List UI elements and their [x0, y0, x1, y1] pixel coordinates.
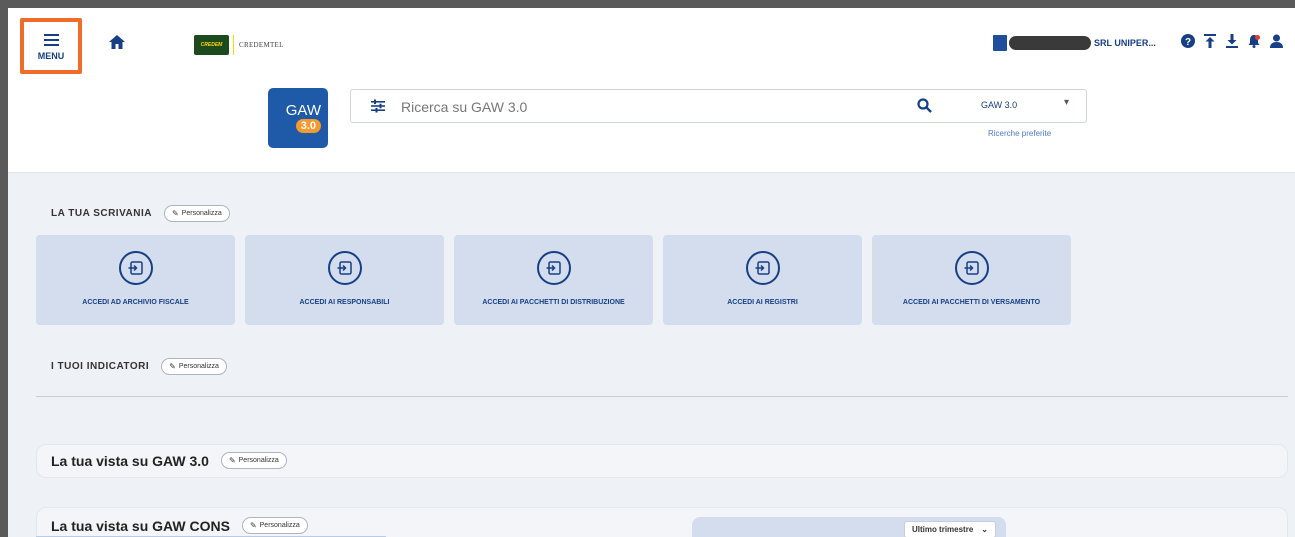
card-registri[interactable]: ACCEDI AI REGISTRI	[663, 235, 862, 325]
card-pacchetti-distribuzione[interactable]: ACCEDI AI PACCHETTI DI DISTRIBUZIONE	[454, 235, 653, 325]
card-label: ACCEDI AI RESPONSABILI	[299, 299, 390, 306]
pencil-icon: ✎	[249, 521, 257, 530]
enter-icon	[327, 251, 362, 285]
card-label: ACCEDI AI PACCHETTI DI VERSAMENTO	[902, 299, 1041, 306]
download-icon[interactable]	[1224, 32, 1240, 50]
top-header: MENU CREDEM CREDEMTEL SRL UNIPER... ? GA…	[8, 8, 1295, 173]
indicatori-header: I TUOI INDICATORI ✎ Personalizza	[51, 358, 227, 375]
enter-icon	[745, 251, 780, 285]
vista-cons-customize-button[interactable]: ✎ Personalizza	[241, 517, 308, 534]
card-label: ACCEDI AD ARCHIVIO FISCALE	[82, 299, 189, 306]
user-icon[interactable]	[1268, 32, 1284, 50]
card-label: ACCEDI AI PACCHETTI DI DISTRIBUZIONE	[482, 299, 625, 306]
menu-label: MENU	[37, 51, 65, 61]
card-label: ACCEDI AI REGISTRI	[727, 299, 798, 306]
customize-label: Personalizza	[178, 363, 219, 370]
brand-separator	[233, 35, 234, 55]
gaw-logo-version: 3.0	[295, 119, 321, 133]
filter-icon[interactable]	[371, 99, 385, 113]
gaw-logo: GAW 3.0	[268, 88, 328, 148]
card-pacchetti-versamento[interactable]: ACCEDI AI PACCHETTI DI VERSAMENTO	[872, 235, 1071, 325]
vista-cons-panel: La tua vista su GAW CONS ✎ Personalizza …	[36, 507, 1288, 537]
company-name: SRL UNIPER...	[1094, 38, 1156, 48]
vista-gaw-header: La tua vista su GAW 3.0 ✎ Personalizza	[51, 452, 287, 469]
card-archivio-fiscale[interactable]: ACCEDI AD ARCHIVIO FISCALE	[36, 235, 235, 325]
credem-logo: CREDEM	[194, 35, 229, 55]
pencil-icon: ✎	[228, 456, 236, 465]
brand-name: CREDEMTEL	[239, 41, 284, 49]
vista-gaw-panel: La tua vista su GAW 3.0 ✎ Personalizza	[36, 444, 1288, 478]
period-select-value: Ultimo trimestre	[911, 525, 974, 534]
period-select[interactable]: Ultimo trimestre ⌄	[903, 521, 996, 537]
chevron-down-icon[interactable]: ▾	[1064, 97, 1069, 108]
chart-card-header: Ultimo trimestre ⌄	[692, 517, 1006, 537]
search-scope-select[interactable]: GAW 3.0	[981, 100, 1017, 110]
customize-label: Personalizza	[181, 210, 222, 217]
indicatori-customize-button[interactable]: ✎ Personalizza	[161, 358, 227, 375]
upload-icon[interactable]	[1202, 32, 1218, 50]
search-bar: GAW 3.0 ▾	[350, 89, 1087, 123]
home-icon[interactable]	[108, 33, 126, 51]
vista-cons-header: La tua vista su GAW CONS ✎ Personalizza	[51, 517, 308, 534]
scrivania-header: LA TUA SCRIVANIA ✎ Personalizza	[51, 205, 230, 222]
app-window: MENU CREDEM CREDEMTEL SRL UNIPER... ? GA…	[8, 8, 1295, 537]
search-icon[interactable]	[917, 98, 932, 113]
enter-icon	[118, 251, 153, 285]
favorite-searches-link[interactable]: Ricerche preferite	[988, 129, 1051, 138]
chevron-down-icon: ⌄	[981, 525, 988, 534]
hamburger-icon	[43, 31, 59, 49]
gaw-logo-title: GAW	[285, 102, 321, 119]
vista-cons-title: La tua vista su GAW CONS	[51, 517, 230, 534]
user-company[interactable]: SRL UNIPER...	[993, 33, 1156, 53]
scrivania-customize-button[interactable]: ✎ Personalizza	[163, 205, 230, 222]
redacted-company-name	[1009, 36, 1091, 50]
vista-gaw-title: La tua vista su GAW 3.0	[51, 452, 209, 469]
dashboard-content: LA TUA SCRIVANIA ✎ Personalizza ACCEDI A…	[8, 173, 1295, 537]
credem-logo-text: CREDEM	[200, 42, 223, 48]
help-icon[interactable]: ?	[1180, 32, 1196, 50]
customize-label: Personalizza	[238, 457, 279, 464]
pencil-icon: ✎	[169, 362, 176, 371]
enter-icon	[954, 251, 989, 285]
customize-label: Personalizza	[259, 522, 300, 529]
search-input[interactable]	[401, 96, 881, 118]
divider	[36, 396, 1288, 397]
scrivania-title: LA TUA SCRIVANIA	[51, 208, 152, 219]
card-responsabili[interactable]: ACCEDI AI RESPONSABILI	[245, 235, 444, 325]
notifications-icon[interactable]	[1246, 32, 1262, 50]
menu-button[interactable]: MENU	[20, 18, 82, 74]
svg-text:?: ?	[1185, 37, 1191, 48]
enter-icon	[536, 251, 571, 285]
building-icon	[993, 35, 1007, 51]
indicatori-title: I TUOI INDICATORI	[51, 361, 150, 372]
pencil-icon: ✎	[171, 209, 179, 218]
vista-gaw-customize-button[interactable]: ✎ Personalizza	[220, 452, 287, 469]
header-icons: ?	[1180, 32, 1284, 50]
